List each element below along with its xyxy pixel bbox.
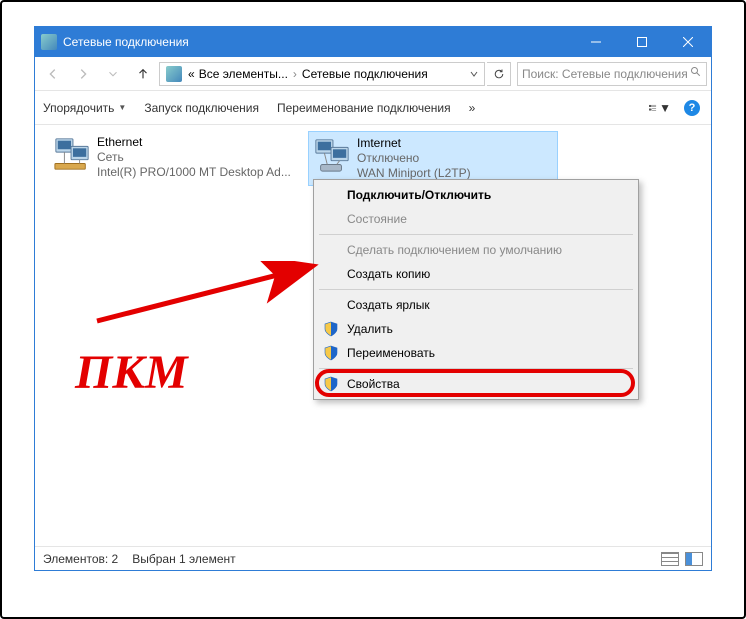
context-menu: Подключить/Отключить Состояние Сделать п… (313, 179, 639, 400)
toolbar: Упорядочить▼ Запуск подключения Переимен… (35, 91, 711, 125)
breadcrumb-seg1[interactable]: Все элементы... (197, 67, 290, 81)
forward-button[interactable] (69, 62, 97, 86)
network-adapter-icon (313, 136, 351, 174)
nav-bar: « Все элементы... › Сетевые подключения … (35, 57, 711, 91)
breadcrumb-dropdown[interactable] (466, 67, 482, 81)
context-copy[interactable]: Создать копию (317, 262, 635, 286)
chevron-right-icon: › (290, 67, 300, 81)
connection-name: Ethernet (97, 135, 291, 150)
context-connect[interactable]: Подключить/Отключить (317, 183, 635, 207)
context-delete[interactable]: Удалить (317, 317, 635, 341)
breadcrumb[interactable]: « Все элементы... › Сетевые подключения (159, 62, 485, 86)
content-pane[interactable]: Ethernet Сеть Intel(R) PRO/1000 MT Deskt… (35, 125, 711, 546)
recent-dropdown[interactable] (99, 62, 127, 86)
connection-status: Отключено (357, 151, 471, 166)
toolbar-rename-connection[interactable]: Переименование подключения (277, 101, 451, 115)
toolbar-more[interactable]: » (469, 101, 476, 115)
annotation-arrow (87, 261, 327, 331)
up-button[interactable] (129, 62, 157, 86)
help-icon: ? (684, 100, 700, 116)
shield-icon (323, 376, 339, 392)
window-title: Сетевые подключения (63, 35, 573, 49)
titlebar: Сетевые подключения (35, 27, 711, 57)
context-default: Сделать подключением по умолчанию (317, 238, 635, 262)
status-count: Элементов: 2 (43, 552, 118, 566)
back-button[interactable] (39, 62, 67, 86)
context-separator (319, 368, 633, 369)
context-shortcut[interactable]: Создать ярлык (317, 293, 635, 317)
maximize-button[interactable] (619, 27, 665, 57)
toolbar-start-connection[interactable]: Запуск подключения (144, 101, 259, 115)
network-adapter-icon (53, 135, 91, 173)
breadcrumb-seg2[interactable]: Сетевые подключения (300, 67, 430, 81)
minimize-button[interactable] (573, 27, 619, 57)
app-icon (41, 34, 57, 50)
toolbar-organize[interactable]: Упорядочить▼ (43, 101, 126, 115)
search-placeholder: Поиск: Сетевые подключения (522, 67, 688, 81)
context-properties[interactable]: Свойства (317, 372, 635, 396)
status-selected: Выбран 1 элемент (132, 552, 235, 566)
context-separator (319, 234, 633, 235)
breadcrumb-icon (166, 66, 182, 82)
search-icon (690, 66, 702, 81)
connection-status: Сеть (97, 150, 291, 165)
shield-icon (323, 321, 339, 337)
view-list-button[interactable] (661, 552, 679, 566)
status-bar: Элементов: 2 Выбран 1 элемент (35, 546, 711, 570)
context-state: Состояние (317, 207, 635, 231)
search-input[interactable]: Поиск: Сетевые подключения (517, 62, 707, 86)
breadcrumb-prefix: « (186, 67, 197, 81)
connection-device: Intel(R) PRO/1000 MT Desktop Ad... (97, 165, 291, 180)
context-rename[interactable]: Переименовать (317, 341, 635, 365)
shield-icon (323, 345, 339, 361)
help-button[interactable]: ? (681, 97, 703, 119)
connection-ethernet[interactable]: Ethernet Сеть Intel(R) PRO/1000 MT Deskt… (49, 131, 299, 184)
view-detail-button[interactable] (685, 552, 703, 566)
close-button[interactable] (665, 27, 711, 57)
view-options-button[interactable]: ▼ (649, 97, 671, 119)
refresh-button[interactable] (487, 62, 511, 86)
connection-name: Imternet (357, 136, 471, 151)
annotation-label: ПКМ (75, 345, 188, 400)
connection-internet[interactable]: Imternet Отключено WAN Miniport (L2TP) (308, 131, 558, 186)
context-separator (319, 289, 633, 290)
window-frame: Сетевые подключения « Все элементы... › … (34, 26, 712, 571)
